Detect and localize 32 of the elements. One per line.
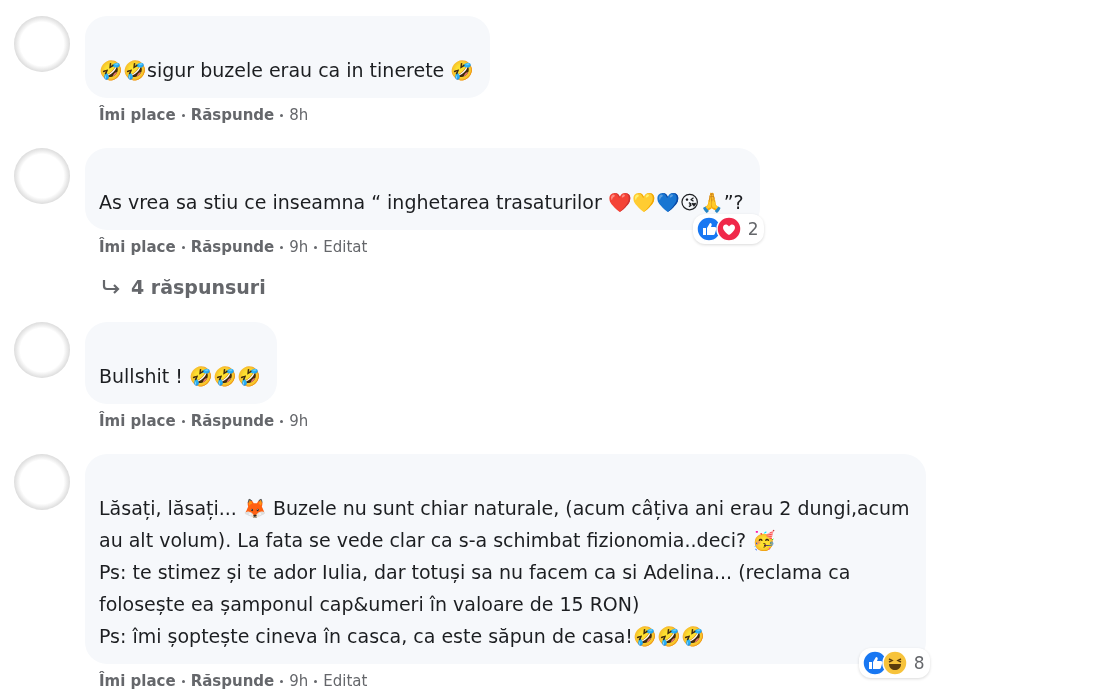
edited-label: Editat [323,238,368,256]
reaction-summary[interactable]: 2 [692,214,764,244]
comment-text: Ps: îmi șoptește cineva în casca, ca este săpun de casa!🤣🤣🤣 [99,624,706,649]
reaction-count: 8 [913,653,925,673]
avatar[interactable] [14,322,70,378]
comment-text: Bullshit ! 🤣🤣🤣 [99,364,261,389]
timestamp: 9h [289,412,309,430]
timestamp: 8h [289,106,309,124]
avatar[interactable] [14,16,70,72]
comment-text: As vrea sa stiu ce inseamna “ inghetarea trasaturilor ❤💛💙😘🙏”? [99,190,744,215]
like-link[interactable]: Îmi place [99,672,176,690]
comment-text: Lăsați, lăsați... 🦊 Buzele nu sunt chiar naturale, (acum câțiva ani erau 2 dungi,acum [99,496,910,522]
avatar[interactable] [14,148,70,204]
comment-text: folosește ea șamponul cap&umeri în valoare de 15 RON) [99,592,641,617]
comment-text: Ps: te stimez și te ador Iulia, dar totuși sa nu facem ca si Adelina... (reclama ca [99,560,852,585]
reply-link[interactable]: Răspunde [190,412,275,430]
timestamp: 9h [289,238,309,256]
reply-link[interactable]: Răspunde [190,672,275,690]
comment-text: 🤣🤣sigur buzele erau ca in tinerete 🤣 [99,58,475,83]
reaction-count: 2 [747,219,759,239]
edited-label: Editat [323,672,368,690]
like-link[interactable]: Îmi place [99,238,176,256]
reply-link[interactable]: Răspunde [190,238,275,256]
reply-arrow-icon [101,279,121,295]
reply-link[interactable]: Răspunde [190,106,275,124]
like-link[interactable]: Îmi place [99,412,176,430]
view-replies-link[interactable]: 4 răspunsuri [101,276,266,298]
like-link[interactable]: Îmi place [99,106,176,124]
comment-text: au alt volum). La fata se vede clar ca s-a schimbat fizionomia..deci? 🥳 [99,528,778,553]
reaction-summary[interactable]: 8 [858,648,930,678]
avatar[interactable] [14,454,70,510]
timestamp: 9h [289,672,309,690]
